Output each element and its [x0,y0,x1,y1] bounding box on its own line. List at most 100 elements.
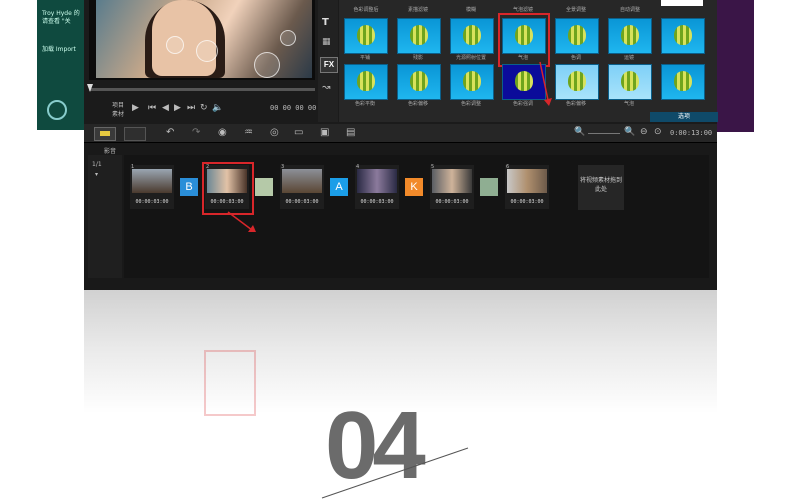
filter-label: 平铺 [359,55,370,61]
timeline-clip[interactable]: 1 00:00:03:00 [130,164,174,209]
timeline-clip[interactable]: 5 00:00:03:00 [430,164,474,209]
transition-tile[interactable]: B [180,178,198,196]
filter-label: 残影 [412,55,423,61]
filter-thumb[interactable] [555,64,599,100]
filter-label: 色彩平衡 [354,101,375,107]
multi-trim-icon[interactable]: ▣ [320,127,329,138]
filter-thumb[interactable] [661,18,705,54]
redo-icon[interactable]: ↷ [192,127,200,138]
timeline-view-icon[interactable] [124,127,146,141]
skip-end-icon[interactable]: ⏭ [187,103,195,113]
pointer-arrow-icon [539,61,552,106]
clock-icon: ⊙ [654,127,662,137]
filter-label: 运镜 [623,55,634,61]
filter-label: 色彩调整后 [353,7,379,13]
bubble-icon [196,40,218,62]
filter-label: 全景调整 [565,7,586,13]
timeline-clip[interactable]: 3 00:00:03:00 [280,164,324,209]
preview-subject-face [152,0,216,76]
bubble-icon [254,52,280,78]
clip-duration: 00:00:03:00 [360,199,394,205]
filter-label: 气泡 [623,101,634,107]
bubble-icon [280,30,296,46]
skip-start-icon[interactable]: ⏮ [148,103,156,113]
transition-tile[interactable]: K [405,178,423,196]
clip-thumbnail [132,169,172,193]
graphic-tool-icon[interactable]: ▦ [322,37,331,47]
left-panel: Troy Hyde 的 请查看 "关 加载 Import [37,0,89,130]
transition-tile[interactable] [255,178,273,196]
filter-label: 素描滤镜 [407,7,428,13]
play-icon[interactable]: ▶ [132,103,139,113]
filter-thumb[interactable] [608,18,652,54]
track-count-label: 1/1 [92,161,102,168]
fit-icon[interactable]: ⊖ [640,127,648,137]
options-button[interactable]: 选项 [650,112,718,122]
record-capture-icon[interactable]: ◉ [218,127,227,138]
zoom-in-icon[interactable]: 🔍 [624,127,635,137]
clip-duration: 00:00:03:00 [435,199,469,205]
track-header: 1/1 ▾ [88,155,122,278]
project-duration: 0:00:13:00 [670,129,713,137]
zoom-slider[interactable] [588,133,620,134]
clip-highlight [202,162,254,215]
filter-thumb[interactable] [608,64,652,100]
filter-label: 模糊 [465,7,476,13]
filter-thumb[interactable] [450,64,494,100]
timecode-display: 00 00 00 00 [270,104,317,112]
step-forward-icon[interactable]: ▶ [174,103,181,113]
step-back-icon[interactable]: ◀ [162,103,169,113]
path-tool-icon[interactable]: ↝ [322,82,330,93]
clip-duration: 00:00:03:00 [510,199,544,205]
fx-filter-button[interactable]: FX [320,57,338,73]
timeline-clip[interactable]: 4 00:00:03:00 [355,164,399,209]
filter-thumb[interactable] [555,18,599,54]
motion-track-icon[interactable]: ◎ [270,127,279,138]
zoom-out-icon[interactable]: 🔍 [574,127,585,137]
timeline-clip[interactable]: 6 00:00:03:00 [505,164,549,209]
preview-scrubber[interactable] [89,88,315,91]
clip-duration: 00:00:03:00 [285,199,319,205]
panel-text-3: 加载 Import [42,46,76,53]
filter-label: 色彩调整 [460,101,481,107]
pointer-arrow-icon [227,211,256,232]
drop-zone[interactable]: 将视频素材拖到此处 [578,165,624,210]
clip-thumbnail [282,169,322,193]
selection-highlight [498,13,550,67]
filter-label: 色彩偏移 [407,101,428,107]
title-tool-icon[interactable]: T [322,17,329,28]
clip-thumbnail [357,169,397,193]
filter-thumb[interactable] [661,64,705,100]
volume-icon[interactable]: 🔈 [212,103,223,113]
filter-label: 气泡滤镜 [512,7,533,13]
clip-duration: 00:00:03:00 [135,199,169,205]
right-panel [716,0,754,132]
filter-thumb[interactable] [344,64,388,100]
expand-icon[interactable]: ▾ [95,171,98,178]
undo-icon[interactable]: ↶ [166,127,174,138]
repeat-icon[interactable]: ↻ [200,103,208,113]
transition-tile[interactable] [480,178,498,196]
filter-thumb[interactable] [344,18,388,54]
clip-thumbnail [507,169,547,193]
storyboard-view-icon[interactable] [94,127,116,141]
filter-thumb-partial[interactable] [661,0,703,6]
filter-thumb[interactable] [397,18,441,54]
reflection-highlight [204,350,256,416]
filter-label: 光源照射位置 [455,55,486,61]
track-label: 影音 [104,148,117,155]
audio-mixer-icon[interactable]: ♒ [244,127,253,138]
subtitle-icon[interactable]: ▭ [294,127,303,138]
filter-label: 自动调整 [619,7,640,13]
mode-project[interactable]: 项目 [112,100,124,109]
decorative-slash [321,447,469,499]
clip-thumbnail [432,169,472,193]
app-logo-icon [47,100,67,120]
filter-thumb[interactable] [450,18,494,54]
filter-thumb[interactable] [397,64,441,100]
screen-capture-icon[interactable]: ▤ [346,127,355,138]
mode-clip[interactable]: 素材 [112,109,124,118]
timeline-toolbar: ↶ ↷ ◉ ♒ ◎ ▭ ▣ ▤ 🔍 🔍 ⊖ ⊙ 0:00:13:00 [84,124,717,143]
transition-tile[interactable]: A [330,178,348,196]
bubble-icon [166,36,184,54]
